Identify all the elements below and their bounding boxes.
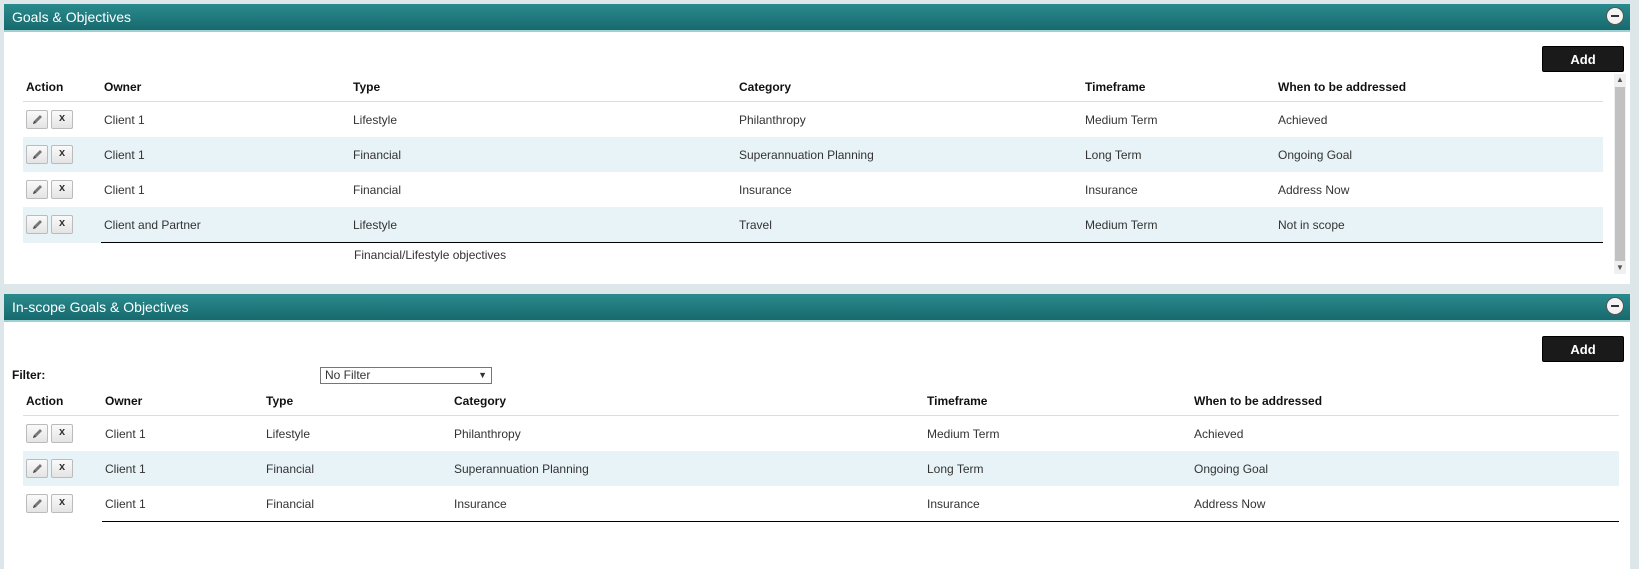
goals-table: Action Owner Type Category Timeframe Whe… (23, 73, 1603, 243)
cell-owner: Client 1 (104, 182, 145, 197)
filter-select[interactable]: No Filter ▼ (320, 367, 492, 384)
cell-timeframe: Medium Term (927, 426, 1000, 441)
cell-owner: Client 1 (101, 137, 350, 172)
scroll-down-arrow-icon[interactable]: ▼ (1614, 262, 1626, 274)
edit-pencil-icon[interactable] (26, 459, 48, 478)
goals-panel: Goals & Objectives Add Action Owner Type… (4, 4, 1630, 284)
goals-table-header-row: Action Owner Type Category Timeframe Whe… (23, 73, 1603, 102)
cell-type: Financial (263, 451, 451, 486)
edit-pencil-icon[interactable] (26, 494, 48, 514)
delete-x-icon[interactable]: x (51, 145, 73, 164)
cell-type: Lifestyle (353, 112, 398, 127)
inscope-panel: In-scope Goals & Objectives Add Filter: … (4, 294, 1630, 569)
edit-pencil-icon[interactable] (26, 145, 48, 164)
scroll-thumb[interactable] (1615, 87, 1625, 261)
col-header-category: Category (451, 387, 924, 416)
inscope-panel-header: In-scope Goals & Objectives (4, 294, 1630, 322)
cell-category: Insurance (451, 486, 924, 522)
goals-add-button[interactable]: Add (1542, 46, 1624, 72)
col-header-timeframe: Timeframe (1082, 73, 1275, 102)
edit-pencil-icon[interactable] (26, 215, 48, 235)
cell-when: Not in scope (1275, 207, 1603, 243)
col-header-action: Action (23, 73, 101, 102)
inscope-collapse-minus-icon[interactable] (1606, 297, 1624, 315)
delete-x-icon[interactable]: x (51, 459, 73, 478)
row-actions: x (23, 137, 101, 172)
cell-category: Superannuation Planning (736, 137, 1082, 172)
dropdown-arrow-icon: ▼ (478, 370, 487, 380)
cell-category: Insurance (739, 182, 792, 197)
cell-owner: Client 1 (104, 112, 145, 127)
edit-pencil-icon[interactable] (26, 180, 48, 199)
scroll-up-arrow-icon[interactable]: ▲ (1614, 74, 1626, 86)
col-header-owner: Owner (101, 73, 350, 102)
table-row: x Client and Partner Lifestyle Travel Me… (23, 207, 1603, 243)
delete-x-icon[interactable]: x (51, 215, 73, 235)
goals-panel-title: Goals & Objectives (12, 9, 132, 25)
cell-category: Philanthropy (739, 112, 806, 127)
cell-timeframe: Long Term (1082, 137, 1275, 172)
delete-x-icon[interactable]: x (51, 180, 73, 199)
col-header-type: Type (350, 73, 736, 102)
table-row: x Client 1 Lifestyle Philanthropy Medium… (23, 416, 1619, 452)
cell-timeframe: Medium Term (1082, 207, 1275, 243)
cell-type: Financial (353, 182, 402, 197)
cell-timeframe: Long Term (924, 451, 1191, 486)
cell-timeframe: Insurance (1085, 182, 1138, 197)
cell-type: Lifestyle (266, 426, 311, 441)
cell-when: Address Now (1278, 182, 1350, 197)
delete-x-icon[interactable]: x (51, 424, 73, 443)
col-header-owner: Owner (102, 387, 263, 416)
table-row: x Client 1 Financial Insurance Insurance… (23, 172, 1603, 207)
cell-owner: Client 1 (102, 451, 263, 486)
cell-category: Superannuation Planning (451, 451, 924, 486)
cell-owner: Client and Partner (101, 207, 350, 243)
row-actions: x (23, 102, 101, 138)
table-row: x Client 1 Lifestyle Philanthropy Medium… (23, 102, 1603, 138)
cell-timeframe: Insurance (924, 486, 1191, 522)
table-row: x Client 1 Financial Superannuation Plan… (23, 451, 1619, 486)
col-header-when: When to be addressed (1191, 387, 1619, 416)
row-actions: x (23, 451, 102, 486)
goals-scrollbar[interactable]: ▲ ▼ (1614, 74, 1626, 274)
inscope-table: Action Owner Type Category Timeframe Whe… (23, 387, 1619, 522)
cell-when: Address Now (1191, 486, 1619, 522)
delete-x-icon[interactable]: x (51, 494, 73, 514)
cell-type: Financial (263, 486, 451, 522)
col-header-action: Action (23, 387, 102, 416)
filter-label: Filter: (12, 368, 46, 382)
cell-when: Achieved (1194, 426, 1244, 441)
col-header-category: Category (736, 73, 1082, 102)
row-actions: x (23, 486, 102, 522)
goals-panel-header: Goals & Objectives (4, 4, 1630, 32)
col-header-when: When to be addressed (1275, 73, 1603, 102)
delete-x-icon[interactable]: x (51, 110, 73, 129)
table-row: x Client 1 Financial Superannuation Plan… (23, 137, 1603, 172)
inscope-add-button[interactable]: Add (1542, 336, 1624, 362)
goals-collapse-minus-icon[interactable] (1606, 7, 1624, 25)
cell-when: Ongoing Goal (1191, 451, 1619, 486)
table-row: x Client 1 Financial Insurance Insurance… (23, 486, 1619, 522)
cell-when: Ongoing Goal (1275, 137, 1603, 172)
cell-type: Lifestyle (350, 207, 736, 243)
cell-type: Financial (350, 137, 736, 172)
inscope-table-header-row: Action Owner Type Category Timeframe Whe… (23, 387, 1619, 416)
cell-when: Achieved (1278, 112, 1328, 127)
col-header-timeframe: Timeframe (924, 387, 1191, 416)
goals-footer-note: Financial/Lifestyle objectives (354, 248, 507, 262)
cell-owner: Client 1 (105, 426, 146, 441)
edit-pencil-icon[interactable] (26, 424, 48, 443)
cell-category: Philanthropy (454, 426, 521, 441)
row-actions: x (23, 172, 101, 207)
row-actions: x (23, 207, 101, 243)
col-header-type: Type (263, 387, 451, 416)
edit-pencil-icon[interactable] (26, 110, 48, 129)
cell-owner: Client 1 (102, 486, 263, 522)
cell-timeframe: Medium Term (1085, 112, 1158, 127)
filter-select-value: No Filter (325, 368, 371, 382)
row-actions: x (23, 416, 102, 452)
cell-category: Travel (736, 207, 1082, 243)
inscope-panel-title: In-scope Goals & Objectives (12, 299, 189, 315)
